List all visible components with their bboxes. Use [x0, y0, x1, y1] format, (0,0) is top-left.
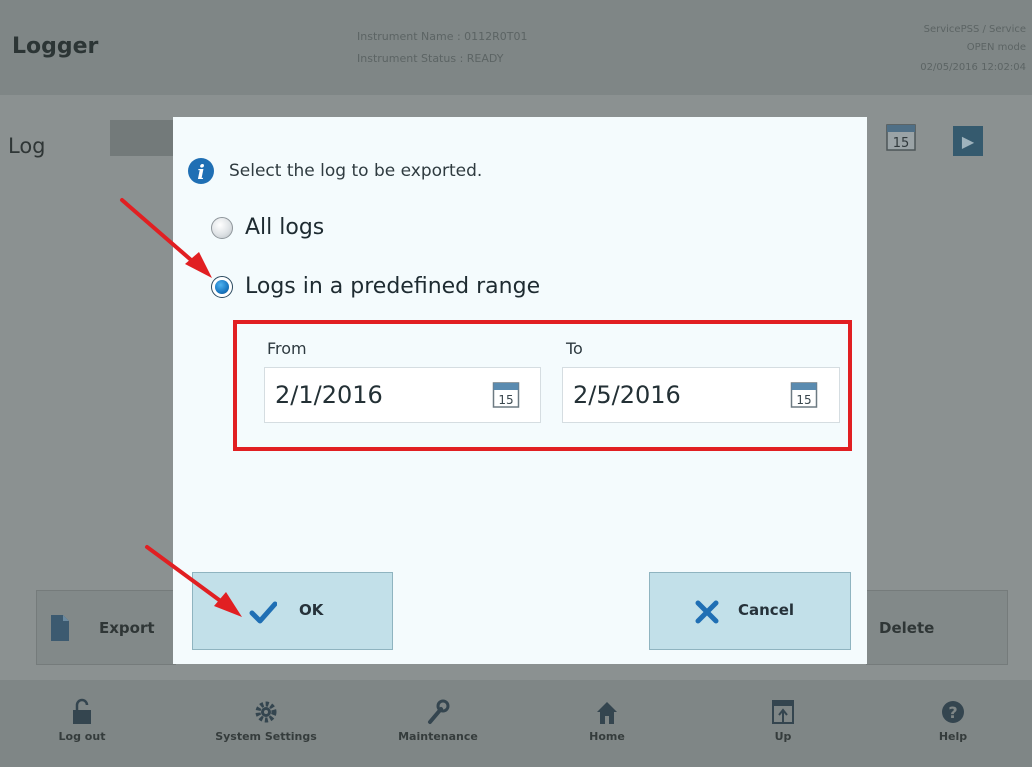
app-window: Logger Instrument Name : 0112R0T01 Instr…: [0, 0, 1032, 767]
arrow-to-ok-button: [145, 545, 242, 617]
arrow-to-range-option: [120, 198, 212, 278]
annotation-arrows: [120, 198, 242, 617]
